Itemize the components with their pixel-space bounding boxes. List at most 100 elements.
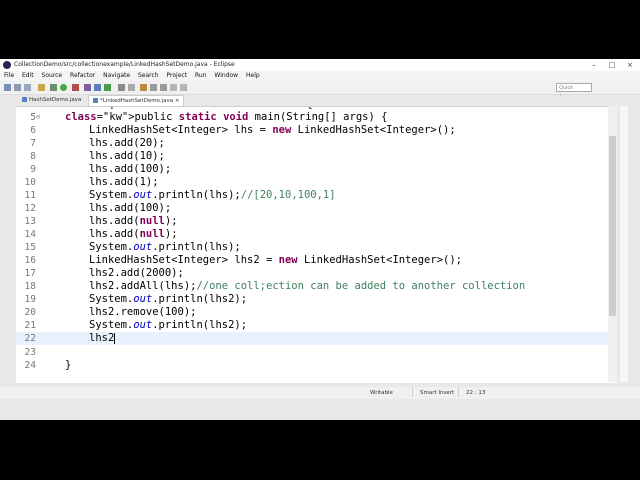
code-editor[interactable]: 4class="kw">public class LinkedHashSetDe… — [16, 106, 616, 383]
menu-navigate[interactable]: Navigate — [103, 72, 130, 79]
line-number: 6 — [30, 125, 36, 136]
line-number: 8 — [30, 151, 36, 162]
quick-access-input[interactable]: Quick Access — [556, 83, 592, 100]
maximize-button[interactable]: □ — [602, 59, 622, 71]
code-line[interactable]: 15 System.out.println(lhs); — [16, 241, 616, 254]
run-icon[interactable] — [60, 84, 67, 91]
code-line[interactable]: 14 lhs.add(null); — [16, 228, 616, 241]
menu-window[interactable]: Window — [214, 72, 238, 79]
code-line[interactable]: 6 LinkedHashSet<Integer> lhs = new Linked… — [16, 124, 616, 137]
new-icon[interactable] — [4, 84, 11, 91]
line-number: 5 — [30, 112, 36, 123]
vertical-scrollbar[interactable] — [608, 106, 617, 382]
code-line[interactable]: 7 lhs.add(20); — [16, 137, 616, 150]
java-file-icon — [22, 97, 27, 102]
code-line[interactable]: 13 lhs.add(null); — [16, 215, 616, 228]
code-text: lhs.add(100); — [89, 202, 172, 214]
code-line[interactable]: 24} — [16, 359, 616, 372]
save-all-icon[interactable] — [24, 84, 31, 91]
line-number: 9 — [30, 164, 36, 175]
code-text: lhs2.remove(100); — [89, 306, 197, 318]
new-class-icon[interactable] — [104, 84, 111, 91]
code-text: System.out.println(lhs2); — [89, 319, 248, 331]
external-tools-icon[interactable] — [72, 84, 79, 91]
status-insert-mode: Smart Insert — [420, 390, 455, 396]
menu-source[interactable]: Source — [42, 72, 63, 79]
code-text: System.out.println(lhs); — [89, 241, 241, 253]
eclipse-window: CollectionDemo/src/collectionexample/Lin… — [0, 59, 640, 420]
code-line[interactable]: 22 lhs2 — [16, 332, 616, 345]
code-line[interactable]: 12 lhs.add(100); — [16, 202, 616, 215]
menu-run[interactable]: Run — [195, 72, 207, 79]
line-number: 18 — [24, 281, 36, 292]
tab-label: *LinkedHashSetDemo.java — [100, 98, 174, 104]
status-cursor-position: 22 : 13 — [466, 390, 486, 396]
menu-search[interactable]: Search — [138, 72, 159, 79]
code-line[interactable]: 11 System.out.println(lhs);//[20,10,100,1… — [16, 189, 616, 202]
overview-ruler — [620, 106, 628, 382]
line-number: 22 — [24, 333, 36, 344]
code-text: class="kw">public static void main(Strin… — [65, 111, 388, 123]
code-line[interactable]: 21 System.out.println(lhs2); — [16, 319, 616, 332]
code-line[interactable]: 20 lhs2.remove(100); — [16, 306, 616, 319]
code-text: lhs2.addAll(lhs);//one coll;ection can b… — [89, 280, 526, 292]
code-text: } — [65, 359, 72, 371]
menu-edit[interactable]: Edit — [22, 72, 34, 79]
debug-icon[interactable] — [50, 84, 57, 91]
open-type-icon[interactable] — [38, 84, 45, 91]
menu-file[interactable]: File — [4, 72, 14, 79]
line-number: 12 — [24, 203, 36, 214]
code-text: lhs.add(null); — [89, 215, 178, 227]
code-text: lhs.add(1); — [89, 176, 159, 188]
code-line[interactable]: 17 lhs2.add(2000); — [16, 267, 616, 280]
line-number: 7 — [30, 138, 36, 149]
open-perspective-icon[interactable] — [118, 84, 125, 91]
scrollbar-thumb[interactable] — [609, 136, 616, 316]
line-number: 10 — [24, 177, 36, 188]
prev-annotation-icon[interactable] — [150, 84, 157, 91]
code-text: lhs2 — [89, 332, 116, 344]
text-caret — [114, 332, 116, 344]
line-number: 21 — [24, 320, 36, 331]
forward-icon[interactable] — [180, 84, 187, 91]
window-title: CollectionDemo/src/collectionexample/Lin… — [14, 61, 235, 68]
close-tab-icon[interactable]: × — [175, 98, 180, 104]
close-button[interactable]: × — [620, 59, 640, 71]
code-text: LinkedHashSet<Integer> lhs2 = new Linked… — [89, 254, 462, 266]
menu-bar: File Edit Source Refactor Navigate Searc… — [0, 71, 640, 81]
minimize-button[interactable]: – — [584, 59, 604, 71]
line-number: 23 — [24, 347, 36, 358]
code-line[interactable]: 10 lhs.add(1); — [16, 176, 616, 189]
code-text: lhs2.add(2000); — [89, 267, 184, 279]
line-number: 14 — [24, 229, 36, 240]
tab-hashsetdemo[interactable]: HashSetDemo.java — [18, 95, 85, 106]
search-icon[interactable] — [128, 84, 135, 91]
code-line[interactable]: 5 class="kw">public static void main(Stri… — [16, 111, 616, 124]
code-text: LinkedHashSet<Integer> lhs = new LinkedH… — [89, 124, 456, 136]
status-bar: Writable Smart Insert 22 : 13 — [0, 387, 640, 399]
code-text: lhs.add(100); — [89, 163, 172, 175]
code-line[interactable]: 8 lhs.add(10); — [16, 150, 616, 163]
next-annotation-icon[interactable] — [160, 84, 167, 91]
line-number: 16 — [24, 255, 36, 266]
tab-label: HashSetDemo.java — [29, 97, 82, 103]
fold-toggle-icon[interactable]: ⊖ — [36, 111, 40, 124]
code-line[interactable]: 23 — [16, 346, 616, 359]
tab-linkedhashsetdemo[interactable]: *LinkedHashSetDemo.java × — [88, 95, 185, 106]
code-line[interactable]: 16 LinkedHashSet<Integer> lhs2 = new Link… — [16, 254, 616, 267]
new-package-icon[interactable] — [94, 84, 101, 91]
code-line[interactable]: 9 lhs.add(100); — [16, 163, 616, 176]
code-line[interactable]: 18 lhs2.addAll(lhs);//one coll;ection can… — [16, 280, 616, 293]
new-java-project-icon[interactable] — [84, 84, 91, 91]
code-text: lhs.add(10); — [89, 150, 165, 162]
menu-project[interactable]: Project — [167, 72, 188, 79]
java-file-icon — [93, 98, 98, 103]
save-icon[interactable] — [14, 84, 21, 91]
eclipse-logo-icon — [3, 61, 11, 69]
menu-refactor[interactable]: Refactor — [70, 72, 95, 79]
code-line[interactable]: 19 System.out.println(lhs2); — [16, 293, 616, 306]
toggle-mark-icon[interactable] — [140, 84, 147, 91]
menu-help[interactable]: Help — [246, 72, 260, 79]
code-text: System.out.println(lhs2); — [89, 293, 248, 305]
back-icon[interactable] — [170, 84, 177, 91]
